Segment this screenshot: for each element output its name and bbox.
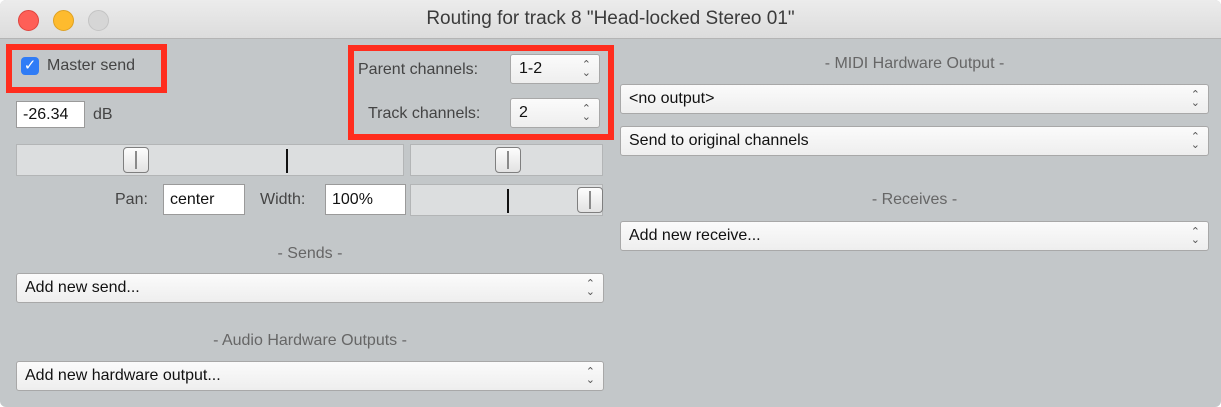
- width-label: Width:: [260, 191, 306, 208]
- volume-unit: dB: [93, 106, 113, 123]
- volume-value: -26.34: [23, 105, 69, 123]
- add-hardware-output-value: Add new hardware output...: [25, 367, 221, 384]
- add-send-select[interactable]: Add new send... ⌃ ⌄: [16, 273, 604, 303]
- width-input[interactable]: 100%: [325, 184, 406, 215]
- midi-output-value: <no output>: [629, 90, 715, 107]
- midi-channel-select[interactable]: Send to original channels ⌃ ⌄: [620, 126, 1209, 156]
- slider-zero-mark: [286, 149, 288, 173]
- chevron-updown-icon: ⌃ ⌄: [1190, 89, 1200, 109]
- title-bar: Routing for track 8 "Head-locked Stereo …: [0, 0, 1221, 39]
- pan-input[interactable]: center: [163, 184, 245, 215]
- audio-hw-header: - Audio Hardware Outputs -: [213, 332, 407, 349]
- width-slider[interactable]: [410, 184, 603, 216]
- width-slider-thumb[interactable]: [577, 187, 603, 213]
- pan-label: Pan:: [115, 191, 148, 208]
- window-title: Routing for track 8 "Head-locked Stereo …: [426, 8, 795, 29]
- highlight-channels: [348, 45, 614, 140]
- pan-slider[interactable]: [410, 144, 603, 176]
- highlight-master-send: [6, 44, 167, 93]
- chevron-updown-icon: ⌃ ⌄: [1190, 226, 1200, 246]
- receives-header: - Receives -: [871, 191, 958, 208]
- add-send-value: Add new send...: [25, 279, 140, 296]
- add-receive-select[interactable]: Add new receive... ⌃ ⌄: [620, 221, 1209, 251]
- volume-input[interactable]: -26.34: [16, 101, 85, 128]
- routing-window: Routing for track 8 "Head-locked Stereo …: [0, 0, 1221, 407]
- chevron-updown-icon: ⌃ ⌄: [585, 366, 595, 386]
- sends-header: - Sends -: [277, 245, 343, 262]
- pan-slider-thumb[interactable]: [495, 147, 521, 173]
- volume-slider-thumb[interactable]: [123, 147, 149, 173]
- width-value: 100%: [332, 190, 373, 208]
- pan-value: center: [170, 190, 215, 208]
- add-hardware-output-select[interactable]: Add new hardware output... ⌃ ⌄: [16, 361, 604, 391]
- midi-output-select[interactable]: <no output> ⌃ ⌄: [620, 84, 1209, 114]
- add-receive-value: Add new receive...: [629, 227, 761, 244]
- midi-channel-value: Send to original channels: [629, 132, 809, 149]
- width-slider-mark: [507, 189, 509, 213]
- volume-slider[interactable]: [16, 144, 404, 176]
- chevron-updown-icon: ⌃ ⌄: [1190, 131, 1200, 151]
- midi-hw-header: - MIDI Hardware Output -: [824, 55, 1005, 72]
- chevron-updown-icon: ⌃ ⌄: [585, 278, 595, 298]
